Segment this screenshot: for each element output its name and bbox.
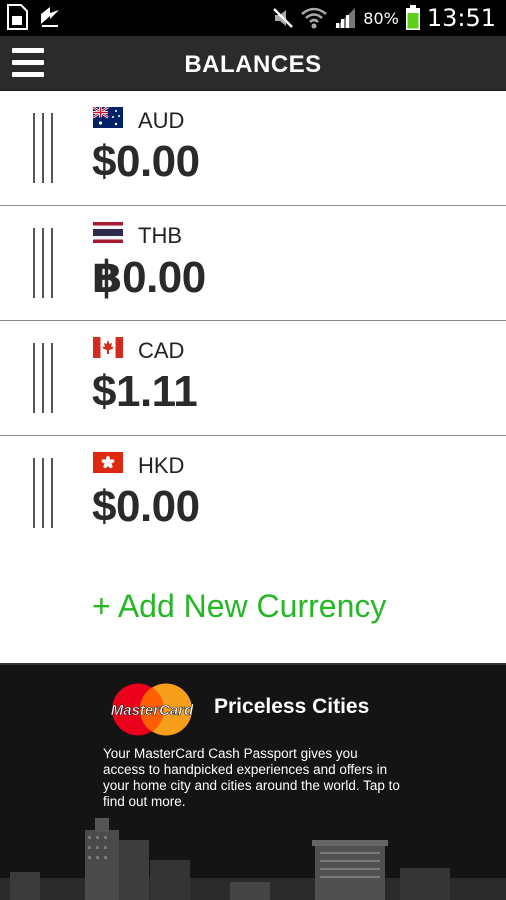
drag-handle-icon[interactable] xyxy=(33,343,53,413)
balance-row-aud[interactable]: AUD $0.00 xyxy=(0,91,506,206)
mastercard-logo-text: MasterCard xyxy=(111,702,194,719)
balance-amount: $0.00 xyxy=(92,482,200,531)
signal-icon xyxy=(335,8,356,28)
status-time: 13:51 xyxy=(426,4,496,32)
thailand-flag-icon xyxy=(93,222,123,243)
balance-amount: $1.11 xyxy=(92,367,198,416)
balance-row-cad[interactable]: CAD $1.11 xyxy=(0,321,506,436)
canada-flag-icon xyxy=(93,337,123,358)
mute-icon xyxy=(273,8,294,28)
wifi-icon xyxy=(301,7,328,29)
status-right-icons: 80% 13:51 xyxy=(271,2,496,34)
drag-handle-icon[interactable] xyxy=(33,113,53,183)
page-title: BALANCES xyxy=(184,51,322,78)
status-bar: 80% 13:51 xyxy=(0,0,506,36)
currency-code: CAD xyxy=(138,338,185,363)
drag-handle-icon[interactable] xyxy=(33,228,53,298)
drag-handle-icon[interactable] xyxy=(33,458,53,528)
balance-row-hkd[interactable]: HKD $0.00 xyxy=(0,436,506,551)
sim-card-icon xyxy=(7,4,28,30)
balance-row-thb[interactable]: THB ฿0.00 xyxy=(0,206,506,321)
currency-code: AUD xyxy=(138,108,185,133)
add-currency-button[interactable]: + Add New Currency xyxy=(92,588,386,625)
status-left-icons xyxy=(6,4,62,30)
promo-title: Priceless Cities xyxy=(214,695,370,718)
priceless-cities-banner[interactable]: MasterCard Priceless Cities Your MasterC… xyxy=(0,663,506,900)
app-header: BALANCES xyxy=(0,36,506,91)
currency-code: THB xyxy=(138,223,182,248)
balance-amount: $0.00 xyxy=(92,137,200,186)
balance-amount: ฿0.00 xyxy=(92,253,206,302)
promo-text: Your MasterCard Cash Passport gives you … xyxy=(103,746,400,809)
balances-list: AUD $0.00 THB ฿0.00 CAD $1.11 HKD $0.00 xyxy=(0,91,506,551)
city-skyline-image xyxy=(0,818,506,900)
add-currency-area: + Add New Currency xyxy=(0,550,506,663)
mastercard-logo: MasterCard xyxy=(110,683,194,736)
currency-code: HKD xyxy=(138,453,185,478)
australia-flag-icon xyxy=(93,107,123,128)
battery-icon xyxy=(405,5,420,30)
usb-icon xyxy=(41,7,59,27)
hong-kong-flag-icon xyxy=(93,452,123,473)
battery-percent: 80% xyxy=(363,8,399,28)
